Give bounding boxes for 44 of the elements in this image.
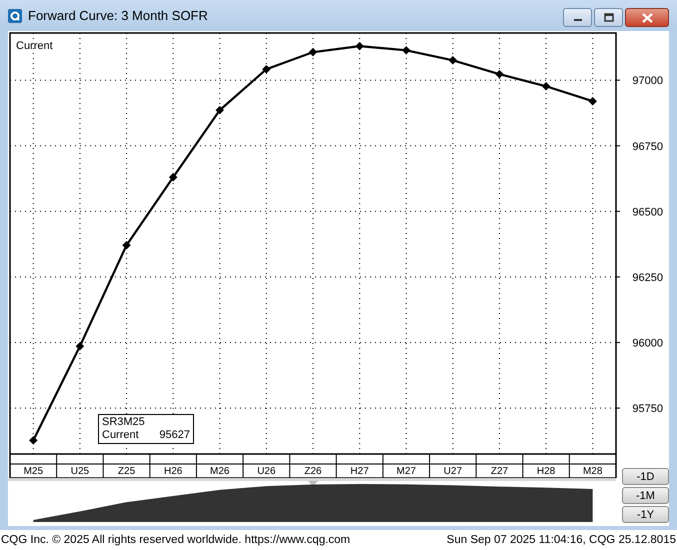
y-axis-label: 96500 — [632, 206, 663, 218]
y-axis-label: 96750 — [632, 140, 663, 153]
x-axis-label: Z27 — [490, 466, 508, 477]
tooltip-value: 95627 — [159, 429, 190, 442]
y-axis-label: 95750 — [632, 403, 663, 416]
data-point — [355, 42, 364, 50]
data-point — [588, 96, 597, 106]
range-button[interactable]: -1M — [622, 487, 669, 504]
range-button[interactable]: -1D — [622, 468, 669, 485]
timestamp-text: Sun Sep 07 2025 11:04:16, CQG 25.12.8015 — [446, 534, 676, 546]
x-axis-label: U26 — [257, 466, 276, 477]
minimize-button[interactable] — [563, 8, 592, 27]
x-axis-label: H26 — [164, 466, 182, 477]
maximize-icon — [604, 13, 614, 22]
data-point — [29, 436, 38, 445]
x-axis-label: M27 — [396, 466, 416, 477]
x-axis-label: M28 — [582, 466, 602, 477]
series-label: Current — [16, 40, 53, 52]
data-point — [542, 82, 550, 90]
x-axis-label: M26 — [210, 466, 230, 477]
data-point — [122, 240, 131, 250]
data-point — [448, 56, 458, 65]
x-axis-label: H27 — [350, 466, 369, 477]
tooltip-label: Current — [102, 429, 139, 442]
copyright-text: CQG Inc. © 2025 All rights reserved worldwide. https://www.cqg.com — [1, 534, 350, 546]
tooltip-symbol: SR3M25 — [102, 416, 146, 429]
y-axis-label: 96000 — [632, 338, 663, 350]
data-point — [308, 48, 318, 56]
x-axis-label: U27 — [444, 466, 462, 477]
x-axis-label: M25 — [24, 466, 44, 477]
data-point — [402, 46, 410, 55]
close-icon — [642, 12, 652, 22]
maximize-button[interactable] — [594, 8, 623, 27]
x-axis-label: U25 — [70, 466, 90, 477]
close-button[interactable] — [625, 8, 669, 27]
x-axis-label: Z25 — [118, 466, 136, 477]
range-button[interactable]: -1Y — [622, 506, 669, 523]
window-title: Forward Curve: 3 Month SOFR — [28, 8, 208, 23]
x-axis-label: Z26 — [304, 466, 322, 477]
app-logo-icon — [8, 8, 22, 22]
data-point — [216, 106, 224, 114]
y-axis-label: 97000 — [632, 75, 663, 88]
x-axis-label: H28 — [536, 466, 556, 477]
y-axis-label: 96250 — [632, 272, 663, 284]
